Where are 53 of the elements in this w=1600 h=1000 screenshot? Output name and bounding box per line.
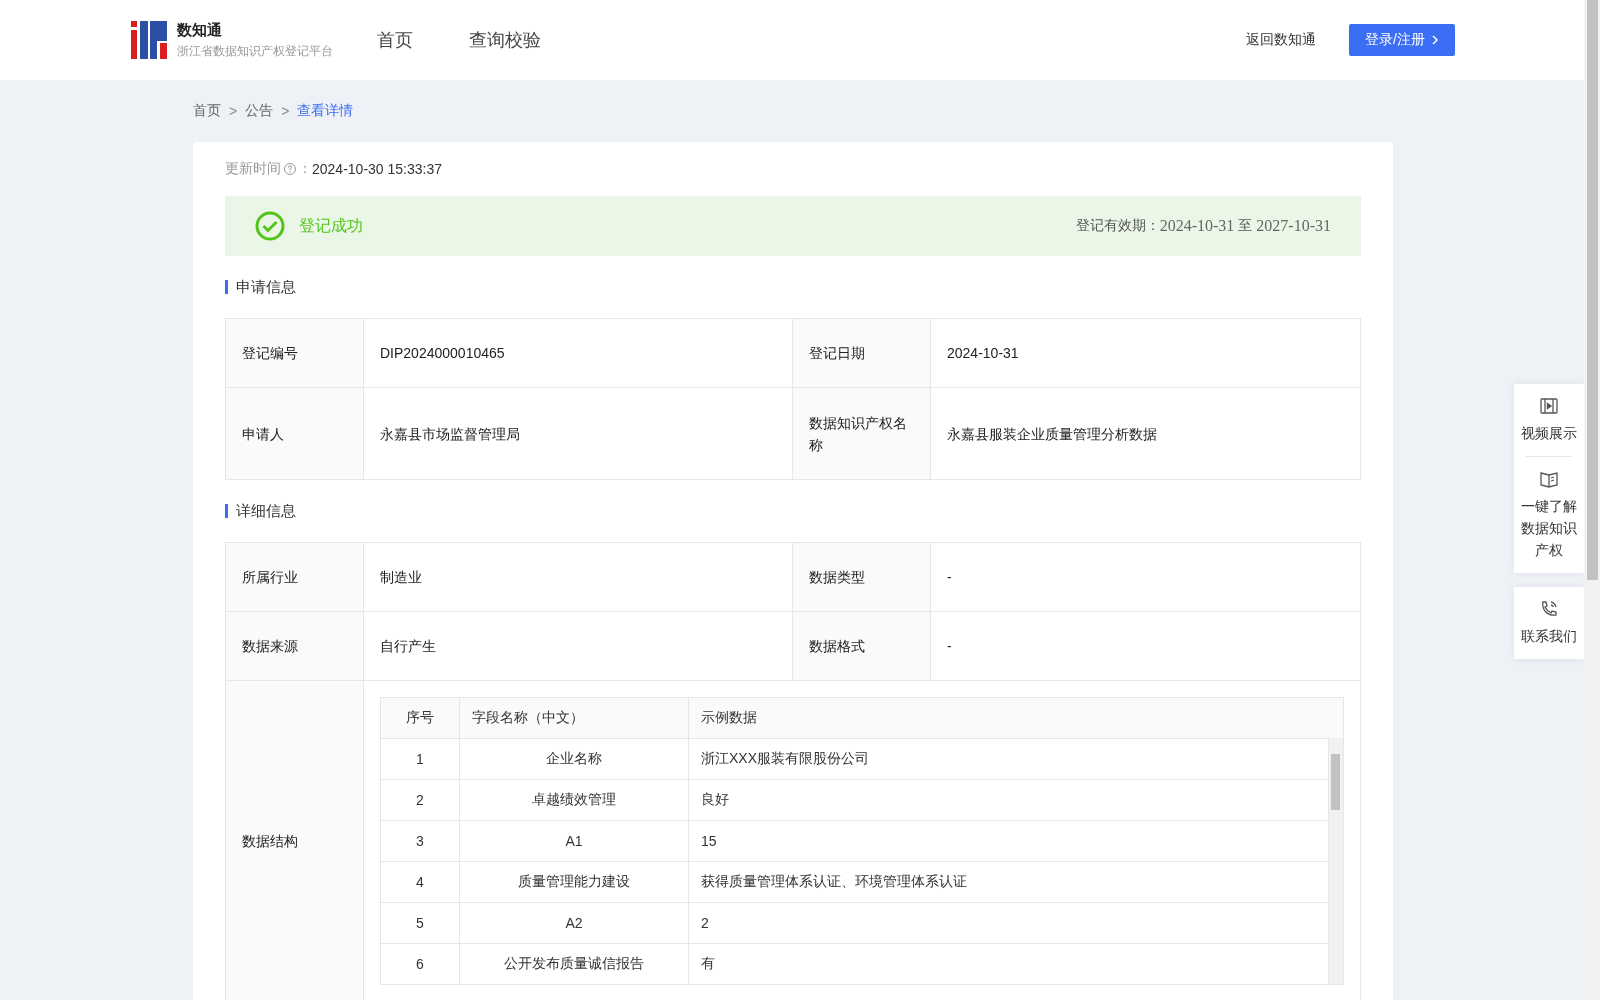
page-scrollbar[interactable] bbox=[1584, 0, 1600, 1000]
phone-icon bbox=[1539, 599, 1559, 619]
validity-to: 2027-10-31 bbox=[1256, 217, 1331, 235]
logo-subtitle: 浙江省数据知识产权登记平台 bbox=[177, 42, 333, 60]
colon: ： bbox=[298, 160, 312, 178]
chevron-right-icon bbox=[1429, 34, 1441, 46]
field-label: 登记编号 bbox=[226, 319, 364, 388]
field-label: 数据来源 bbox=[226, 612, 364, 681]
field-value: 永嘉县市场监督管理局 bbox=[364, 388, 793, 480]
field-value: 制造业 bbox=[364, 543, 793, 612]
breadcrumb-separator: > bbox=[281, 103, 290, 119]
field-value: 自行产生 bbox=[364, 612, 793, 681]
table-cell: 6 bbox=[381, 944, 460, 984]
validity-from: 2024-10-31 bbox=[1159, 217, 1235, 235]
breadcrumb-separator: > bbox=[229, 103, 238, 119]
field-label: 数据类型 bbox=[793, 543, 931, 612]
breadcrumb-link[interactable]: 查看详情 bbox=[297, 102, 354, 120]
column-header: 示例数据 bbox=[700, 708, 758, 727]
nav-link[interactable]: 首页 bbox=[377, 28, 413, 52]
section-title: 申请信息 bbox=[225, 280, 1361, 294]
field-label: 登记日期 bbox=[793, 319, 931, 388]
check-circle-icon bbox=[255, 211, 285, 241]
help-icon bbox=[283, 162, 297, 176]
field-value: 永嘉县服装企业质量管理分析数据 bbox=[931, 388, 1361, 480]
breadcrumb-link[interactable]: 首页 bbox=[193, 102, 221, 120]
field-label: 数据结构 bbox=[226, 681, 364, 1000]
field-label: 所属行业 bbox=[226, 543, 364, 612]
side-menu-item[interactable]: 联系我们 bbox=[1514, 587, 1584, 659]
validity-to-word: 至 bbox=[1238, 217, 1253, 235]
field-value: - bbox=[931, 543, 1361, 612]
table-scrollbar[interactable] bbox=[1329, 738, 1343, 984]
field-value: 2024-10-31 bbox=[931, 319, 1361, 388]
validity-label: 登记有效期： bbox=[1075, 217, 1160, 235]
field-value: - bbox=[931, 612, 1361, 681]
logo-title: 数知通 bbox=[177, 20, 223, 40]
film-icon bbox=[1539, 396, 1559, 416]
update-label: 更新时间 bbox=[225, 160, 281, 178]
login-button[interactable]: 登录/注册 bbox=[1349, 24, 1455, 56]
update-time: 2024-10-30 15:33:37 bbox=[312, 161, 442, 177]
section-title: 详细信息 bbox=[225, 504, 1361, 518]
logo-icon bbox=[131, 21, 167, 59]
field-label: 数据格式 bbox=[793, 612, 931, 681]
table-cell: 公开发布质量诚信报告 bbox=[460, 944, 689, 984]
side-menu-item[interactable]: 视频展示 bbox=[1514, 384, 1584, 456]
nav-link[interactable]: 查询校验 bbox=[469, 28, 541, 52]
field-value: DIP2024000010465 bbox=[364, 319, 793, 388]
field-label: 数据知识产权名称 bbox=[793, 388, 931, 480]
side-menu-item[interactable]: 一键了解数据知识产权 bbox=[1514, 457, 1584, 573]
status-text: 登记成功 bbox=[299, 215, 363, 236]
book-icon bbox=[1539, 469, 1559, 489]
breadcrumb-link[interactable]: 公告 bbox=[245, 102, 274, 120]
back-link[interactable]: 返回数知通 bbox=[1246, 31, 1317, 49]
field-label: 申请人 bbox=[226, 388, 364, 480]
